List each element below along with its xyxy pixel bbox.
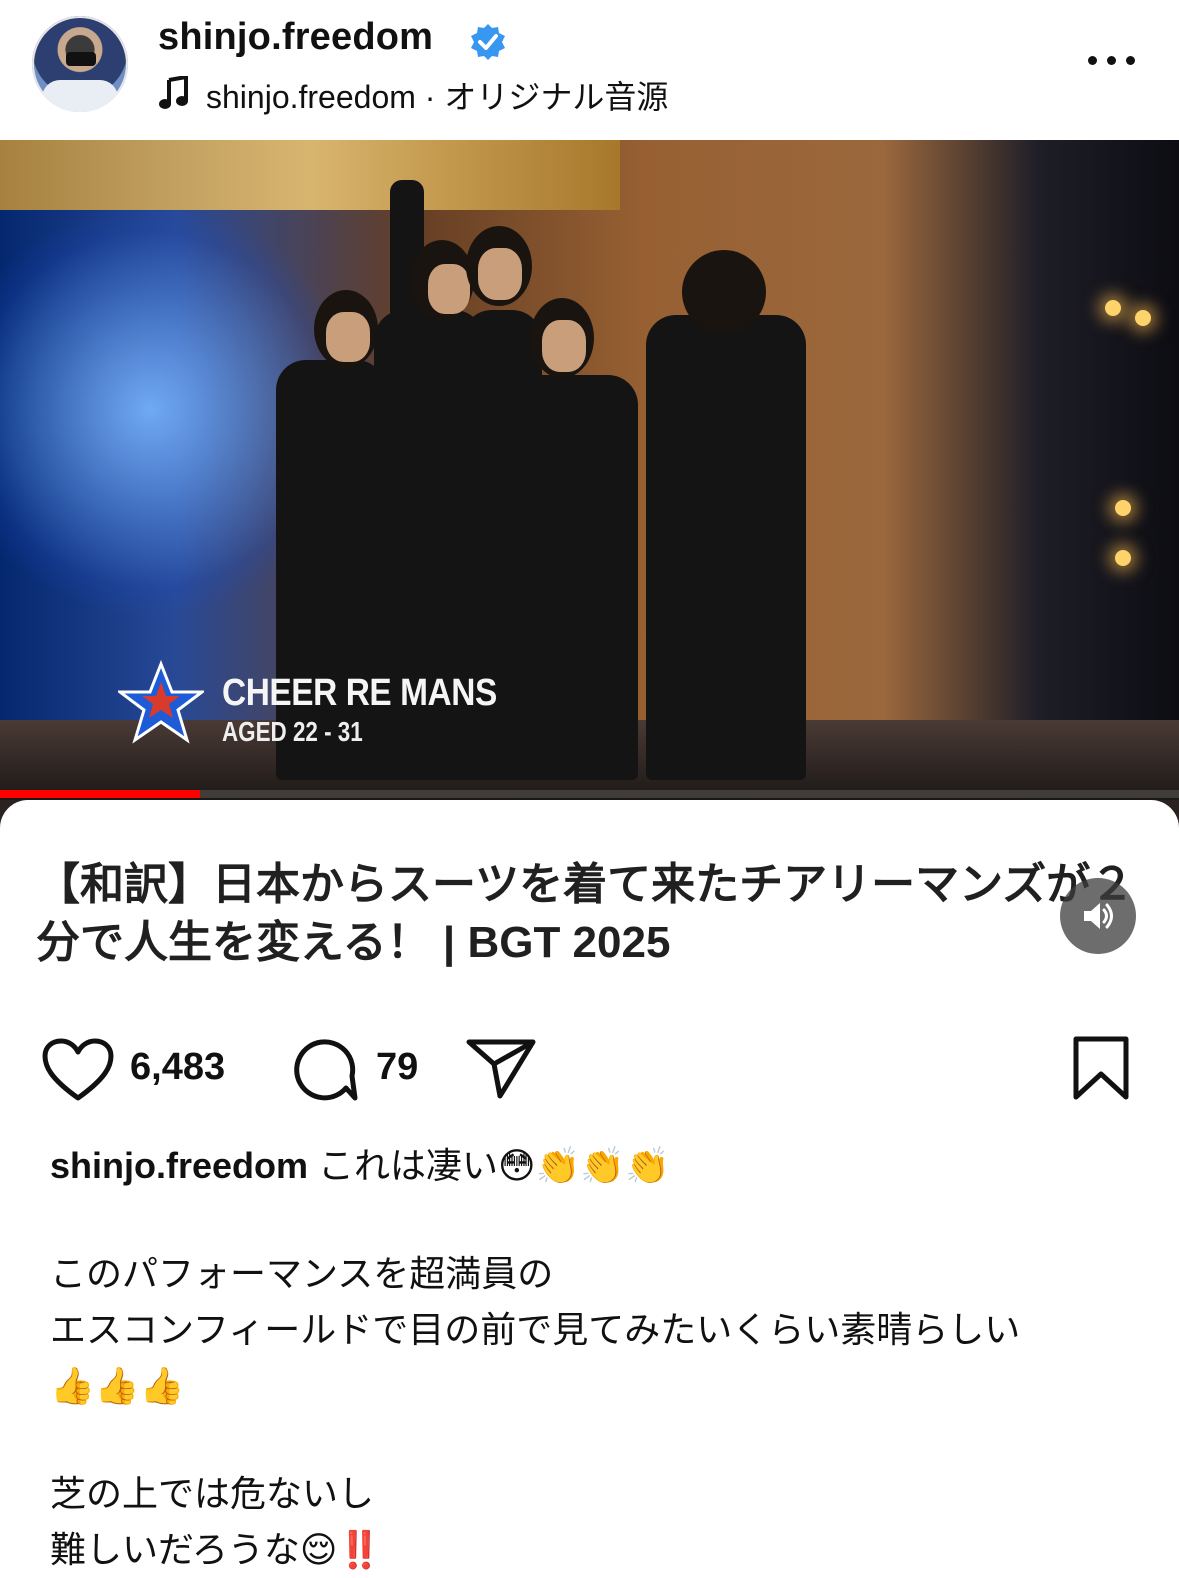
stage-gold-banner bbox=[0, 140, 620, 210]
performer-head bbox=[682, 250, 766, 334]
act-age: AGED 22 - 31 bbox=[222, 716, 363, 747]
show-logo-star bbox=[118, 660, 204, 744]
performer-face bbox=[478, 248, 522, 300]
performer-face bbox=[326, 312, 370, 362]
post-header: shinjo.freedom shinjo.freedom · オリジナル音源 bbox=[0, 0, 1179, 140]
sound-icon bbox=[1084, 903, 1113, 929]
caption-text: エスコンフィールドで目の前で見てみたいくらい素晴らしい bbox=[50, 1309, 1021, 1350]
caption-text: これは凄い😳👏👏👏 bbox=[318, 1145, 671, 1186]
bookmark-icon[interactable] bbox=[1072, 1036, 1130, 1100]
video-progress-fill bbox=[0, 790, 201, 798]
username[interactable]: shinjo.freedom bbox=[158, 16, 433, 59]
heart-icon[interactable] bbox=[42, 1038, 114, 1102]
caption-first-line: shinjo.freedom これは凄い😳👏👏👏 bbox=[50, 1138, 1150, 1194]
share-icon[interactable] bbox=[466, 1038, 536, 1100]
caption-username[interactable]: shinjo.freedom bbox=[50, 1145, 308, 1186]
sound-button[interactable] bbox=[1060, 878, 1136, 954]
avatar[interactable] bbox=[32, 16, 128, 112]
video-frame: CHEER RE MANS AGED 22 - 31 bbox=[0, 140, 1179, 800]
video-title: 【和訳】日本からスーツを着て来たチアリーマンズが２分で人生を変える！ | BGT… bbox=[36, 860, 1135, 967]
more-icon[interactable] bbox=[1086, 50, 1138, 70]
caption-text: 難しいだろうな😌‼️ bbox=[50, 1529, 383, 1570]
avatar-jersey bbox=[42, 80, 118, 112]
stage-lights bbox=[1095, 290, 1165, 650]
verified-icon bbox=[471, 24, 505, 60]
performer bbox=[492, 375, 638, 780]
post-actions: 6,483 79 bbox=[0, 1020, 1179, 1120]
video-player[interactable]: CHEER RE MANS AGED 22 - 31 【和訳】日本からスーツを着… bbox=[0, 140, 1179, 970]
avatar-mask bbox=[66, 52, 96, 66]
audio-source[interactable]: shinjo.freedom · オリジナル音源 bbox=[206, 72, 668, 118]
act-name: CHEER RE MANS bbox=[222, 672, 497, 714]
performer bbox=[646, 315, 806, 780]
post-caption: shinjo.freedom これは凄い😳👏👏👏 このパフォーマンスを超満員の … bbox=[50, 1138, 1150, 1578]
performer-face bbox=[428, 264, 470, 314]
video-progress-bar[interactable] bbox=[0, 790, 1179, 798]
comment-count[interactable]: 79 bbox=[376, 1046, 418, 1089]
music-note-icon bbox=[159, 76, 188, 109]
caption-text: 👍👍👍 bbox=[50, 1365, 185, 1406]
caption-text: このパフォーマンスを超満員の bbox=[50, 1253, 554, 1294]
performer-face bbox=[542, 320, 586, 372]
caption-text: 芝の上では危ないし bbox=[50, 1473, 375, 1514]
comment-icon[interactable] bbox=[290, 1036, 358, 1104]
like-count[interactable]: 6,483 bbox=[130, 1046, 225, 1089]
